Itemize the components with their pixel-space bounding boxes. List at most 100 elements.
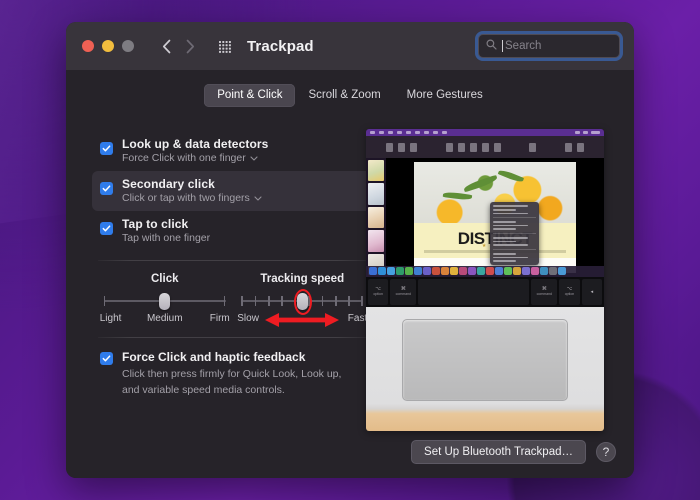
option-subtitle-dropdown[interactable]: Force Click with one finger <box>122 152 268 164</box>
tracking-speed-slider[interactable] <box>241 294 363 308</box>
option-subtitle-dropdown[interactable]: Click or tap with two fingers <box>122 192 262 204</box>
slider-tick <box>295 296 297 306</box>
key-command-left: ⌘command <box>390 279 416 305</box>
key-spacebar <box>418 279 529 305</box>
force-click-title: Force Click and haptic feedback <box>122 350 341 364</box>
preview-menubar <box>366 129 604 136</box>
grid-view-icon[interactable] <box>218 39 233 54</box>
option-row-secondary-click[interactable]: Secondary click Click or tap with two fi… <box>92 171 375 211</box>
checkbox-look-up[interactable] <box>100 142 113 155</box>
key-option-right: ⌥option <box>559 279 579 305</box>
preview-keyboard-row: ⌥option ⌘command ⌘command ⌥option ◂ <box>366 277 604 307</box>
tab-point-and-click[interactable]: Point & Click <box>204 84 295 107</box>
slider-tick <box>255 296 257 306</box>
click-slider-labels: Light Medium Firm <box>100 313 230 324</box>
trackpad-preferences-window: Trackpad Search Point & Click Scroll & Z… <box>66 22 634 478</box>
set-up-bluetooth-trackpad-button[interactable]: Set Up Bluetooth Trackpad… <box>411 440 586 464</box>
checkbox-secondary-click[interactable] <box>100 182 113 195</box>
page-title: Trackpad <box>247 38 314 55</box>
slider-tick <box>361 296 363 306</box>
slider-label-medium: Medium <box>143 313 186 324</box>
sliders-section: Click Light Medium Firm <box>92 273 375 324</box>
slider-tick <box>348 296 350 306</box>
back-chevron-icon[interactable] <box>156 35 176 57</box>
slider-tick <box>104 296 106 306</box>
force-click-subtitle-line2: and variable speed media controls. <box>122 383 341 398</box>
search-field-wrapper: Search <box>478 34 620 58</box>
settings-left-column: Look up & data detectors Force Click wit… <box>92 131 375 398</box>
option-row-tap-to-click[interactable]: Tap to click Tap with one finger <box>92 211 375 251</box>
preview-mac-screen: DISTINCT ★ ★ ★ <box>366 129 604 277</box>
checkbox-force-click[interactable] <box>100 352 113 365</box>
thumbnail <box>368 230 384 251</box>
settings-content: Look up & data detectors Force Click wit… <box>66 114 634 478</box>
thumbnail <box>368 160 384 181</box>
zoom-button-icon[interactable] <box>122 40 134 52</box>
tracking-slider-title: Tracking speed <box>260 273 344 285</box>
key-option-left: ⌥option <box>368 279 388 305</box>
traffic-light-buttons <box>82 40 134 52</box>
click-slider[interactable] <box>104 294 226 308</box>
chevron-down-icon <box>254 192 262 204</box>
force-click-subtitle-line1: Click then press firmly for Quick Look, … <box>122 367 341 382</box>
option-subtitle-text: Force Click with one finger <box>122 152 246 164</box>
slider-label-fast: Fast <box>348 313 367 324</box>
slider-tick <box>322 296 324 306</box>
tracking-slider-knob[interactable] <box>297 293 308 310</box>
option-row-look-up[interactable]: Look up & data detectors Force Click wit… <box>92 131 375 171</box>
key-arrow: ◂ <box>582 279 602 305</box>
option-title: Tap to click <box>122 217 210 231</box>
option-title: Look up & data detectors <box>122 137 268 151</box>
slider-tick <box>241 296 243 306</box>
preview-slide-thumbnails <box>366 158 386 277</box>
divider-above-sliders <box>98 260 369 261</box>
click-slider-knob[interactable] <box>159 293 170 310</box>
checkbox-tap-to-click[interactable] <box>100 222 113 235</box>
option-subtitle-text: Tap with one finger <box>122 232 210 244</box>
context-menu <box>490 202 538 265</box>
search-placeholder: Search <box>505 40 541 52</box>
divider-below-sliders <box>98 337 369 338</box>
preview-stage: DISTINCT ★ ★ ★ <box>386 158 604 277</box>
red-double-arrow <box>265 311 339 329</box>
tab-bar: Point & Click Scroll & Zoom More Gesture… <box>66 84 634 107</box>
slider-tick <box>224 296 226 306</box>
slider-tick <box>268 296 270 306</box>
navigation-buttons <box>156 35 200 57</box>
tab-more-gestures[interactable]: More Gestures <box>394 84 496 107</box>
trackpad-demo-video[interactable]: DISTINCT ★ ★ ★ <box>366 129 604 431</box>
window-titlebar: Trackpad Search <box>66 22 634 70</box>
window-footer: Set Up Bluetooth Trackpad… ? <box>411 440 616 464</box>
search-input[interactable]: Search <box>478 34 620 58</box>
click-slider-title: Click <box>151 273 179 285</box>
key-command-right: ⌘command <box>531 279 557 305</box>
window-body: Point & Click Scroll & Zoom More Gesture… <box>66 70 634 478</box>
close-button-icon[interactable] <box>82 40 94 52</box>
text-caret <box>502 40 503 52</box>
search-icon <box>486 37 497 55</box>
minimize-button-icon[interactable] <box>102 40 114 52</box>
slider-tick <box>281 296 283 306</box>
preview-trackpad <box>402 319 569 401</box>
slider-label-slow: Slow <box>237 313 259 324</box>
chevron-down-icon <box>250 152 258 164</box>
preview-document: DISTINCT ★ ★ ★ <box>414 162 575 273</box>
slider-label-light: Light <box>100 313 143 324</box>
click-slider-group: Click Light Medium Firm <box>96 273 234 324</box>
thumbnail <box>368 207 384 228</box>
thumbnail <box>368 183 384 204</box>
option-title: Secondary click <box>122 177 262 191</box>
preview-app-toolbar <box>366 136 604 158</box>
option-row-force-click[interactable]: Force Click and haptic feedback Click th… <box>92 350 375 398</box>
preview-dock <box>366 266 604 277</box>
tab-scroll-and-zoom[interactable]: Scroll & Zoom <box>295 84 393 107</box>
help-button[interactable]: ? <box>596 442 616 462</box>
slider-label-firm: Firm <box>186 313 229 324</box>
forward-chevron-icon[interactable] <box>180 35 200 57</box>
preview-canvas-row: DISTINCT ★ ★ ★ <box>366 158 604 277</box>
slider-tick <box>335 296 337 306</box>
slider-tick <box>308 296 310 306</box>
preview-macbook-body <box>366 307 604 431</box>
option-subtitle-text: Click or tap with two fingers <box>122 192 250 204</box>
tracking-slider-labels: Slow Fast <box>237 313 367 324</box>
